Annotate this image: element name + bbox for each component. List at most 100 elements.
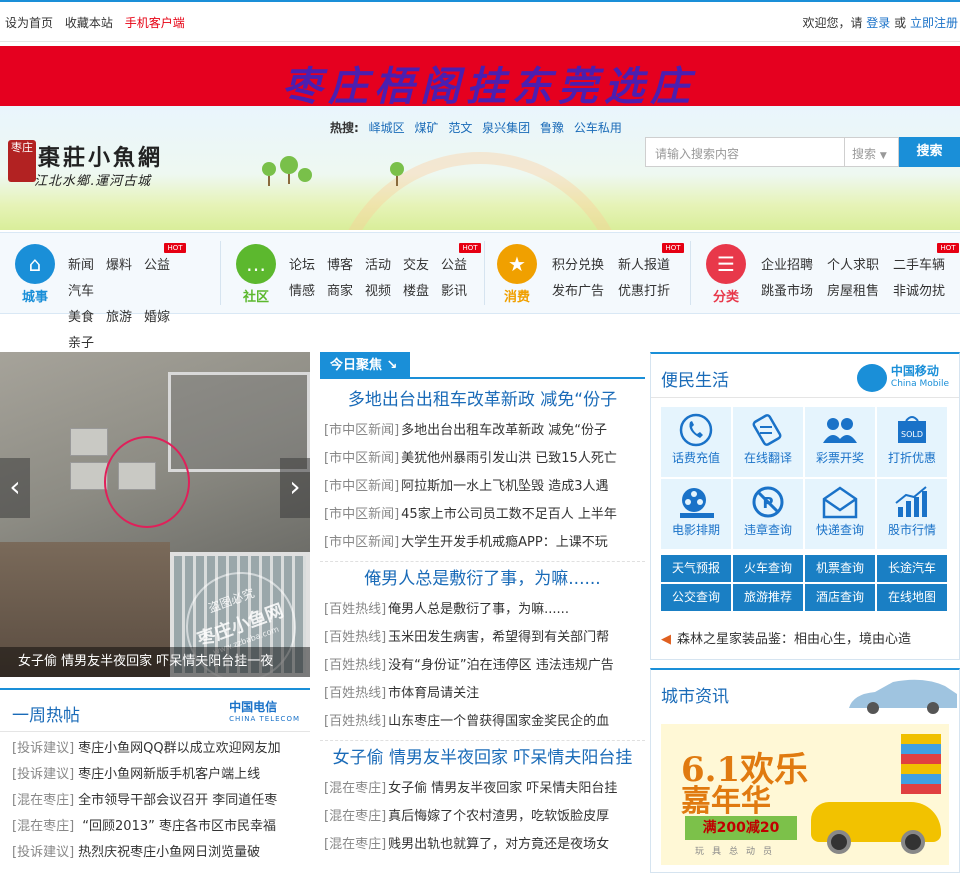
nav-link[interactable]: 公益 xyxy=(144,253,182,279)
phone-icon xyxy=(679,413,713,447)
hot-keyword[interactable]: 泉兴集团 xyxy=(482,121,530,135)
nav-link[interactable]: 非诚勿扰 xyxy=(893,279,955,305)
service-movie[interactable]: 电影排期 xyxy=(661,479,731,549)
news-headline[interactable]: 女子偷 情男友半夜回家 吓呆情夫阳台挂 xyxy=(320,741,645,775)
hot-keyword[interactable]: 鲁豫 xyxy=(540,121,564,135)
list-item[interactable]: [百姓热线] 山东枣庄一个曾获得国家金奖民企的血 xyxy=(320,708,645,736)
search-button[interactable]: 搜索 xyxy=(899,137,960,167)
set-home-link[interactable]: 设为首页 xyxy=(5,16,53,30)
banner-ad[interactable]: 枣庄梧阁挂东莞选庄 xyxy=(0,46,960,106)
hot-keyword[interactable]: 范文 xyxy=(448,121,472,135)
weather-button[interactable]: 天气预报 xyxy=(661,555,731,582)
nav-link[interactable]: 影讯 xyxy=(441,279,479,305)
list-item[interactable]: [市中区新闻] 多地出台出租车改革新政 减免“份子 xyxy=(320,417,645,445)
service-discount[interactable]: SOLD 打折优惠 xyxy=(877,407,947,477)
list-item[interactable]: [混在枣庄] 全市领导干部会议召开 李同道任枣 xyxy=(12,788,310,814)
service-violation[interactable]: P 违章查询 xyxy=(733,479,803,549)
list-item[interactable]: [混在枣庄] 真后悔嫁了个农村渣男，吃软饭脸皮厚 xyxy=(320,803,645,831)
nav-link[interactable]: 婚嫁 xyxy=(144,305,182,331)
nav-link[interactable]: 房屋租售 xyxy=(827,279,893,305)
nav-link[interactable]: 企业招聘 xyxy=(761,253,827,279)
nav-link[interactable]: 新人报道 xyxy=(618,253,684,279)
search-type-select[interactable]: 搜索 ▼ xyxy=(844,137,899,167)
tab-today-focus[interactable]: 今日聚焦 ↘ xyxy=(320,352,410,379)
hot-keyword[interactable]: 公车私用 xyxy=(574,121,622,135)
list-item[interactable]: [百姓热线] 市体育局请关注 xyxy=(320,680,645,708)
tree-trunk xyxy=(288,174,290,184)
top-bar: 设为首页 收藏本站 手机客户端 欢迎您，请 登录 或 立即注册 xyxy=(0,0,960,42)
nav-link[interactable]: 楼盘 xyxy=(403,279,441,305)
nav-link[interactable]: 个人求职 xyxy=(827,253,893,279)
nav-link[interactable]: 发布广告 xyxy=(552,279,618,305)
list-item[interactable]: [市中区新闻] 阿拉斯加一水上飞机坠毁 造成3人遇 xyxy=(320,473,645,501)
list-item[interactable]: [混在枣庄] 女子偷 情男友半夜回家 吓呆情夫阳台挂 xyxy=(320,775,645,803)
bus-button[interactable]: 公交查询 xyxy=(661,584,731,611)
list-item[interactable]: [百姓热线] 俺男人总是敷衍了事，为嘛...... xyxy=(320,596,645,624)
list-item[interactable]: [百姓热线] 没有“身份证”泊在违停区 违法违规广告 xyxy=(320,652,645,680)
news-headline[interactable]: 多地出台出租车改革新政 减免“份子 xyxy=(320,383,645,417)
nav-link[interactable]: 商家 xyxy=(327,279,365,305)
hot-keyword[interactable]: 峄城区 xyxy=(369,121,405,135)
mobile-client-link[interactable]: 手机客户端 xyxy=(125,16,185,30)
list-item[interactable]: [市中区新闻] 45家上市公司员工数不足百人 上半年 xyxy=(320,501,645,529)
list-item[interactable]: [投诉建议] 枣庄小鱼网QQ群以成立欢迎网友加 xyxy=(12,736,310,762)
login-link[interactable]: 登录 xyxy=(866,16,890,30)
service-translate[interactable]: 在线翻译 xyxy=(733,407,803,477)
item-text: 贱男出轨也就算了，对方竟还是夜场女 xyxy=(388,837,610,852)
service-lottery[interactable]: 彩票开奖 xyxy=(805,407,875,477)
nav-link[interactable]: 活动 xyxy=(365,253,403,279)
list-item[interactable]: [百姓热线] 玉米田发生病害，希望得到有关部门帮 xyxy=(320,624,645,652)
site-header: 枣庄 棗莊小魚網 江北水鄉.運河古城 热搜: 峄城区 煤矿 范文 泉兴集团 鲁豫… xyxy=(0,106,960,230)
nav-link[interactable]: 新闻 xyxy=(68,253,106,279)
list-item[interactable]: [混在枣庄] 贱男出轨也就算了，对方竟还是夜场女 xyxy=(320,831,645,859)
ad-line2: 嘉年华 xyxy=(681,784,771,819)
list-item[interactable]: [投诉建议] 热烈庆祝枣庄小鱼网日浏览量破 xyxy=(12,840,310,866)
nav-link[interactable]: 公益 xyxy=(441,253,479,279)
train-button[interactable]: 火车查询 xyxy=(733,555,803,582)
nav-link[interactable]: 视频 xyxy=(365,279,403,305)
nav-links-consume: 积分兑换 新人报道 发布广告 优惠打折 xyxy=(552,253,684,305)
flight-button[interactable]: 机票查询 xyxy=(805,555,875,582)
hotel-button[interactable]: 酒店查询 xyxy=(805,584,875,611)
carnival-ad[interactable]: 6.1欢乐 嘉年华 满200减20 玩具总动员 xyxy=(661,724,949,865)
service-phone-recharge[interactable]: 话费充值 xyxy=(661,407,731,477)
news-headline[interactable]: 俺男人总是敷衍了事，为嘛...... xyxy=(320,562,645,596)
nav-link[interactable]: 优惠打折 xyxy=(618,279,684,305)
nav-caption-consume[interactable]: 消费 xyxy=(482,286,552,305)
list-item[interactable]: [市中区新闻] 大学生开发手机戒瘾APP：上课不玩 xyxy=(320,529,645,557)
nav-link[interactable]: 美食 xyxy=(68,305,106,331)
service-stocks[interactable]: 股市行情 xyxy=(877,479,947,549)
nav-link[interactable]: 跳蚤市场 xyxy=(761,279,827,305)
nav-link[interactable]: 积分兑换 xyxy=(552,253,618,279)
nav-link[interactable]: 汽车 xyxy=(68,279,106,305)
list-item[interactable]: [市中区新闻] 美犹他州暴雨引发山洪 已致15人死亡 xyxy=(320,445,645,473)
slide-caption[interactable]: 女子偷 情男友半夜回家 吓呆情夫阳台挂一夜 xyxy=(0,647,310,677)
nav-link[interactable]: 论坛 xyxy=(289,253,327,279)
nav-link[interactable]: 博客 xyxy=(327,253,365,279)
service-express[interactable]: 快递查询 xyxy=(805,479,875,549)
nav-link[interactable]: 旅游 xyxy=(106,305,144,331)
hot-keyword[interactable]: 煤矿 xyxy=(414,121,438,135)
nav-link[interactable]: 爆料 xyxy=(106,253,144,279)
list-item[interactable]: [投诉建议] 枣庄小鱼网新版手机客户端上线 xyxy=(12,762,310,788)
bookmark-link[interactable]: 收藏本站 xyxy=(65,16,113,30)
register-link[interactable]: 立即注册 xyxy=(910,16,958,30)
slider-next-button[interactable]: › xyxy=(280,458,310,518)
list-item[interactable]: [混在枣庄] “回顾2013” 枣庄各市区市民幸福 xyxy=(12,814,310,840)
map-button[interactable]: 在线地图 xyxy=(877,584,947,611)
nav-links-city: 新闻 爆料 公益汽车 美食 旅游 婚嫁亲子 xyxy=(68,253,218,357)
travel-button[interactable]: 旅游推荐 xyxy=(733,584,803,611)
nav-caption-classified[interactable]: 分类 xyxy=(691,286,761,305)
item-tag: [百姓热线] xyxy=(324,686,387,701)
site-logo[interactable]: 枣庄 棗莊小魚網 江北水鄉.運河古城 xyxy=(8,138,208,198)
search-input[interactable]: 请输入搜索内容 xyxy=(645,137,845,167)
nav-caption-community[interactable]: 社区 xyxy=(221,286,291,305)
slider-prev-button[interactable]: ‹ xyxy=(0,458,30,518)
image-slider[interactable]: 盗图必究 枣庄小鱼网 www.zzbaba.com ‹ › 女子偷 情男友半夜回… xyxy=(0,352,310,677)
nav-caption-city[interactable]: 城事 xyxy=(0,286,70,305)
nav-link[interactable]: 二手车辆 xyxy=(893,253,955,279)
coach-button[interactable]: 长途汽车 xyxy=(877,555,947,582)
nav-link[interactable]: 交友 xyxy=(403,253,441,279)
notice-ticker[interactable]: ◀ 森林之星家装品鉴：相由心生，境由心造 xyxy=(661,628,951,647)
nav-link[interactable]: 情感 xyxy=(289,279,327,305)
